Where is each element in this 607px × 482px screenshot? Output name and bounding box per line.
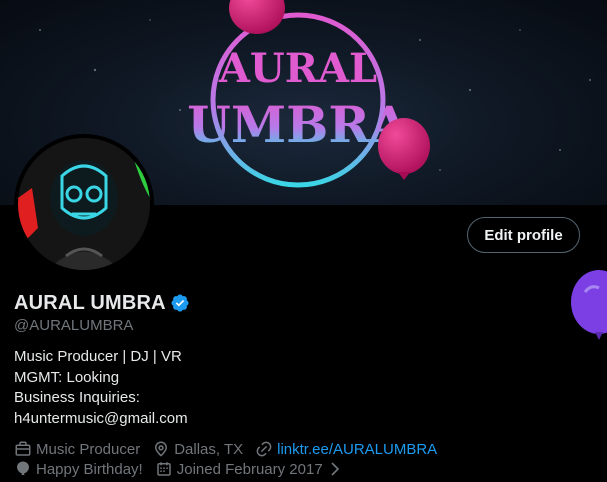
edit-profile-button[interactable]: Edit profile (467, 217, 580, 253)
avatar-image (18, 138, 150, 270)
banner-logo-line1: AURAL (218, 45, 377, 92)
display-name: AURAL UMBRA (14, 291, 166, 314)
profile-avatar[interactable] (14, 134, 154, 274)
profile-handle: @AURALUMBRA (14, 317, 134, 334)
category-label: Music Producer (36, 440, 141, 458)
chevron-right-icon (331, 462, 339, 476)
profile-link[interactable]: linktr.ee/AURALUMBRA (277, 441, 437, 458)
profile-meta-row-2: Happy Birthday! Joined February 2017 (14, 460, 360, 478)
balloon-icon (17, 461, 29, 475)
profile-bio: Music Producer | DJ | VR MGMT: Looking B… (14, 347, 188, 429)
name-row: AURAL UMBRA (14, 290, 190, 316)
banner-logo-line2: UMBRA (187, 95, 410, 154)
birthday-item: Happy Birthday! (14, 460, 143, 478)
category-item: Music Producer (14, 440, 140, 458)
calendar-icon (156, 462, 171, 476)
birthday-label: Happy Birthday! (36, 460, 143, 478)
joined-label: Joined February 2017 (176, 460, 323, 478)
verified-badge-icon[interactable] (170, 293, 190, 313)
link-icon (256, 441, 272, 457)
link-item[interactable]: linktr.ee/AURALUMBRA (255, 440, 437, 458)
location-pin-icon (155, 441, 168, 457)
briefcase-icon (15, 441, 31, 456)
profile-meta-row-1: Music Producer Dallas, TX linktr.ee/AURA… (14, 440, 449, 458)
bio-line: h4untermusic@gmail.com (14, 409, 188, 427)
location-item: Dallas, TX (152, 440, 243, 458)
bio-line: MGMT: Looking (14, 368, 120, 386)
bio-line: Business Inquiries: (14, 389, 140, 406)
purple-balloon-decoration (571, 270, 607, 340)
location-label: Dallas, TX (174, 440, 244, 458)
bio-line: Music Producer | DJ | VR (14, 348, 182, 365)
joined-item[interactable]: Joined February 2017 (155, 460, 348, 478)
